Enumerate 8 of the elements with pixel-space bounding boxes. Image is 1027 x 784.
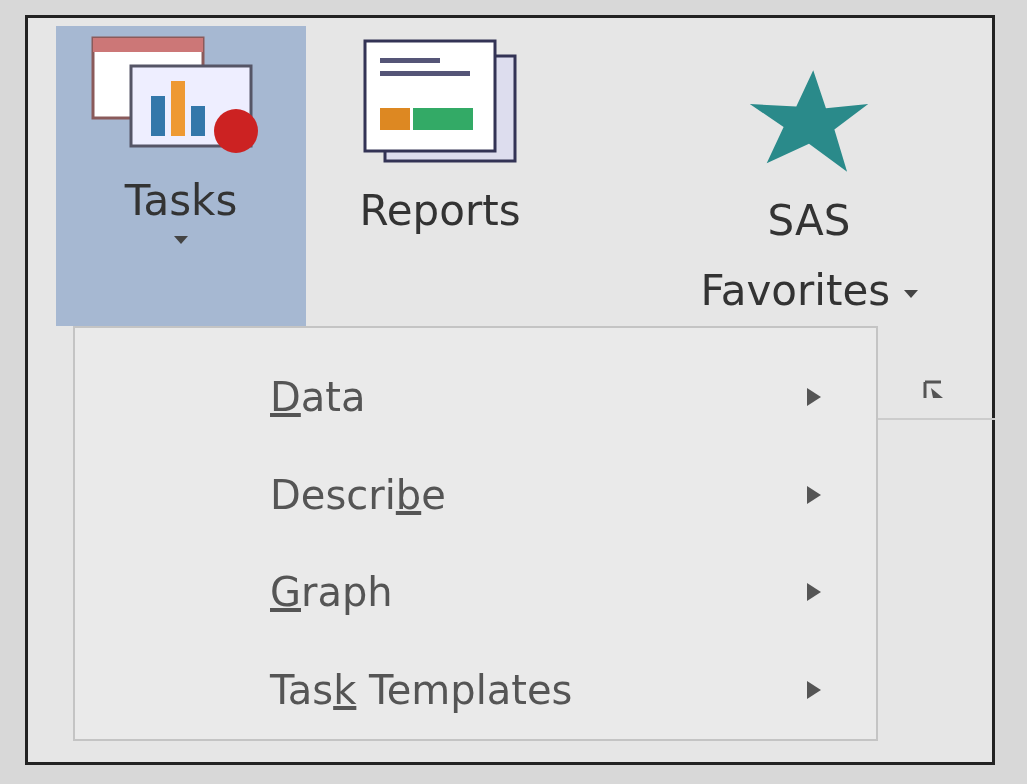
tasks-button[interactable]: Tasks — [56, 26, 306, 326]
dialog-launcher-icon[interactable] — [923, 380, 945, 400]
menu-item[interactable]: Data — [75, 348, 876, 446]
favorites-button[interactable]: SAS Favorites — [644, 26, 974, 326]
menu-item[interactable]: Describe — [75, 445, 876, 544]
menu-item[interactable]: Graph — [75, 543, 876, 642]
menu-item[interactable]: Task Templates — [75, 641, 876, 739]
reports-button[interactable]: Reports — [320, 26, 560, 326]
